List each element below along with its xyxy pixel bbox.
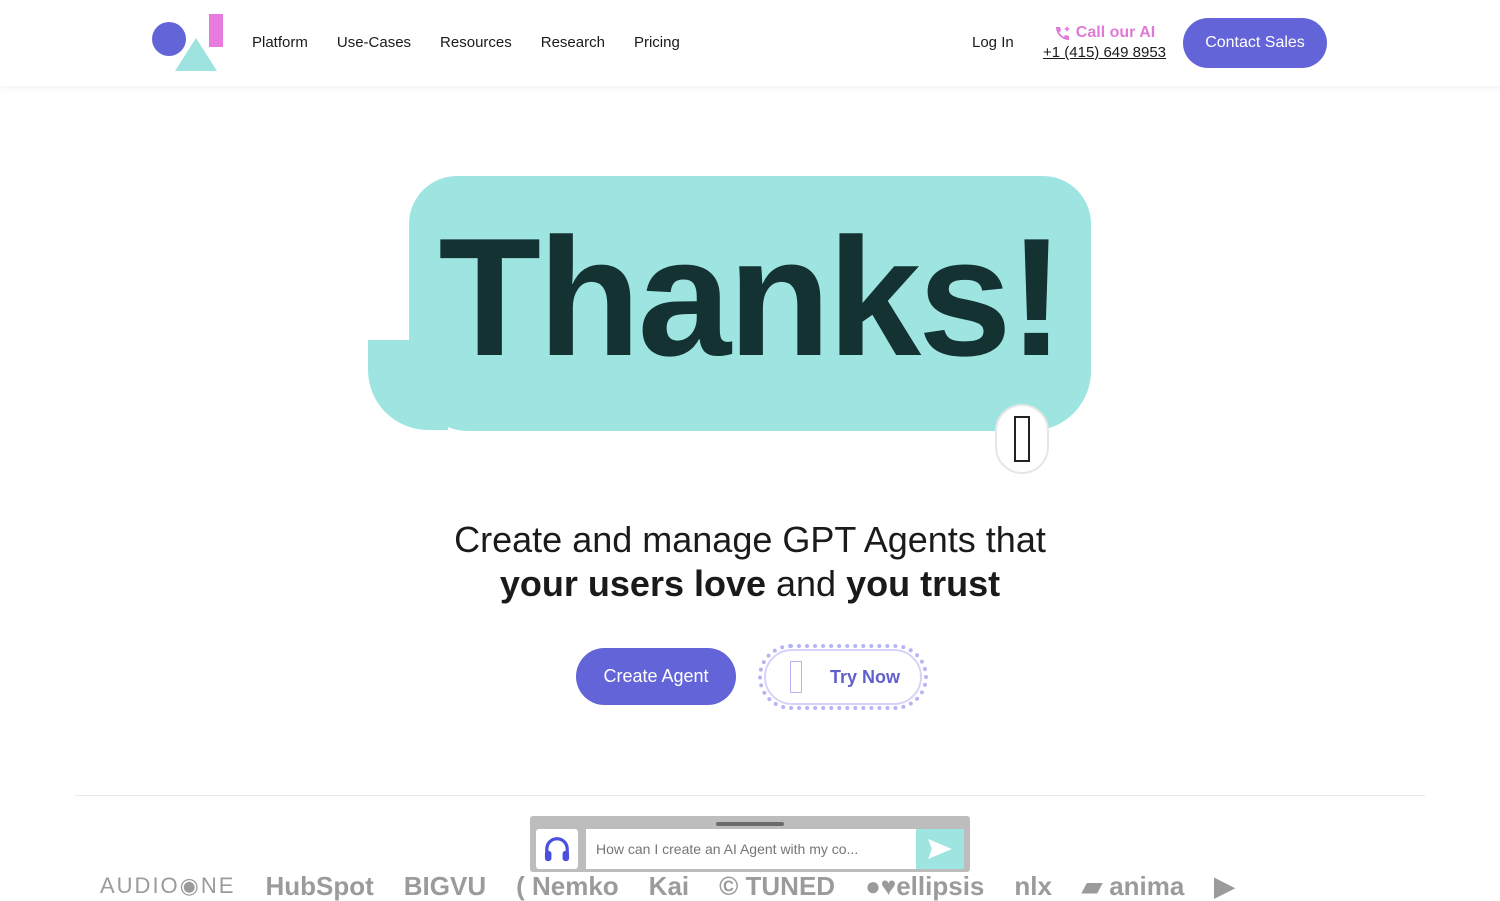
send-button[interactable] [916,829,964,869]
try-now-label: Try Now [830,666,901,687]
chat-input[interactable] [586,829,916,869]
nav-platform[interactable]: Platform [252,34,308,51]
logo-audioone: AUDIO◉NE [100,873,236,898]
try-now-button[interactable]: Try Now [758,644,928,710]
subtitle-line1: Create and manage GPT Agents that [454,519,1046,560]
page-title: Thanks! [438,203,1064,391]
logo-tuned: © TUNED [719,871,836,901]
logo-hubspot: HubSpot [265,871,374,901]
customer-logos: AUDIO◉NE HubSpot BIGVU ( Nemko Kai © TUN… [100,873,1234,899]
call-label: Call our AI [1075,24,1156,41]
chat-widget [530,816,970,872]
nav-pricing[interactable]: Pricing [634,34,680,51]
mic-button[interactable] [995,404,1049,474]
logo-nlx: nlx [1014,871,1052,901]
logo-nemko: ( Nemko [516,871,619,901]
nav-research[interactable]: Research [541,34,605,51]
create-agent-button[interactable]: Create Agent [576,648,736,705]
divider [75,795,1425,796]
send-icon [928,839,952,859]
logo-bigvu: BIGVU [403,871,487,901]
phone-sparkle-icon [1055,26,1070,40]
contact-sales-button[interactable]: Contact Sales [1183,18,1327,68]
nav-use-cases[interactable]: Use-Cases [337,34,411,51]
top-nav: Platform Use-Cases Resources Research Pr… [0,0,1500,86]
headphones-icon [544,837,570,862]
missing-glyph-icon [1014,416,1030,462]
subtitle-bold1: your users love [499,563,767,604]
logo-kai: Kai [648,871,690,901]
call-ai-link[interactable]: Call our AI +1 (415) 649 8953 [1043,24,1166,61]
drag-handle[interactable] [716,822,784,826]
subtitle-bold2: you trust [846,563,1001,604]
phone-number[interactable]: +1 (415) 649 8953 [1043,44,1166,61]
voice-button[interactable] [536,829,578,869]
logo[interactable] [152,14,224,72]
missing-glyph-icon [790,661,802,693]
logo-anima: ▰ anima [1081,871,1185,901]
thanks-bubble: Thanks! [409,176,1091,431]
subtitle: Create and manage GPT Agents that your u… [0,518,1500,606]
subtitle-mid: and [766,563,847,604]
main-menu: Platform Use-Cases Resources Research Pr… [252,34,680,51]
logo-video: ▶ [1214,871,1235,901]
nav-resources[interactable]: Resources [440,34,512,51]
logo-ellipsis: ●♥ellipsis [865,871,985,901]
login-link[interactable]: Log In [972,34,1014,51]
